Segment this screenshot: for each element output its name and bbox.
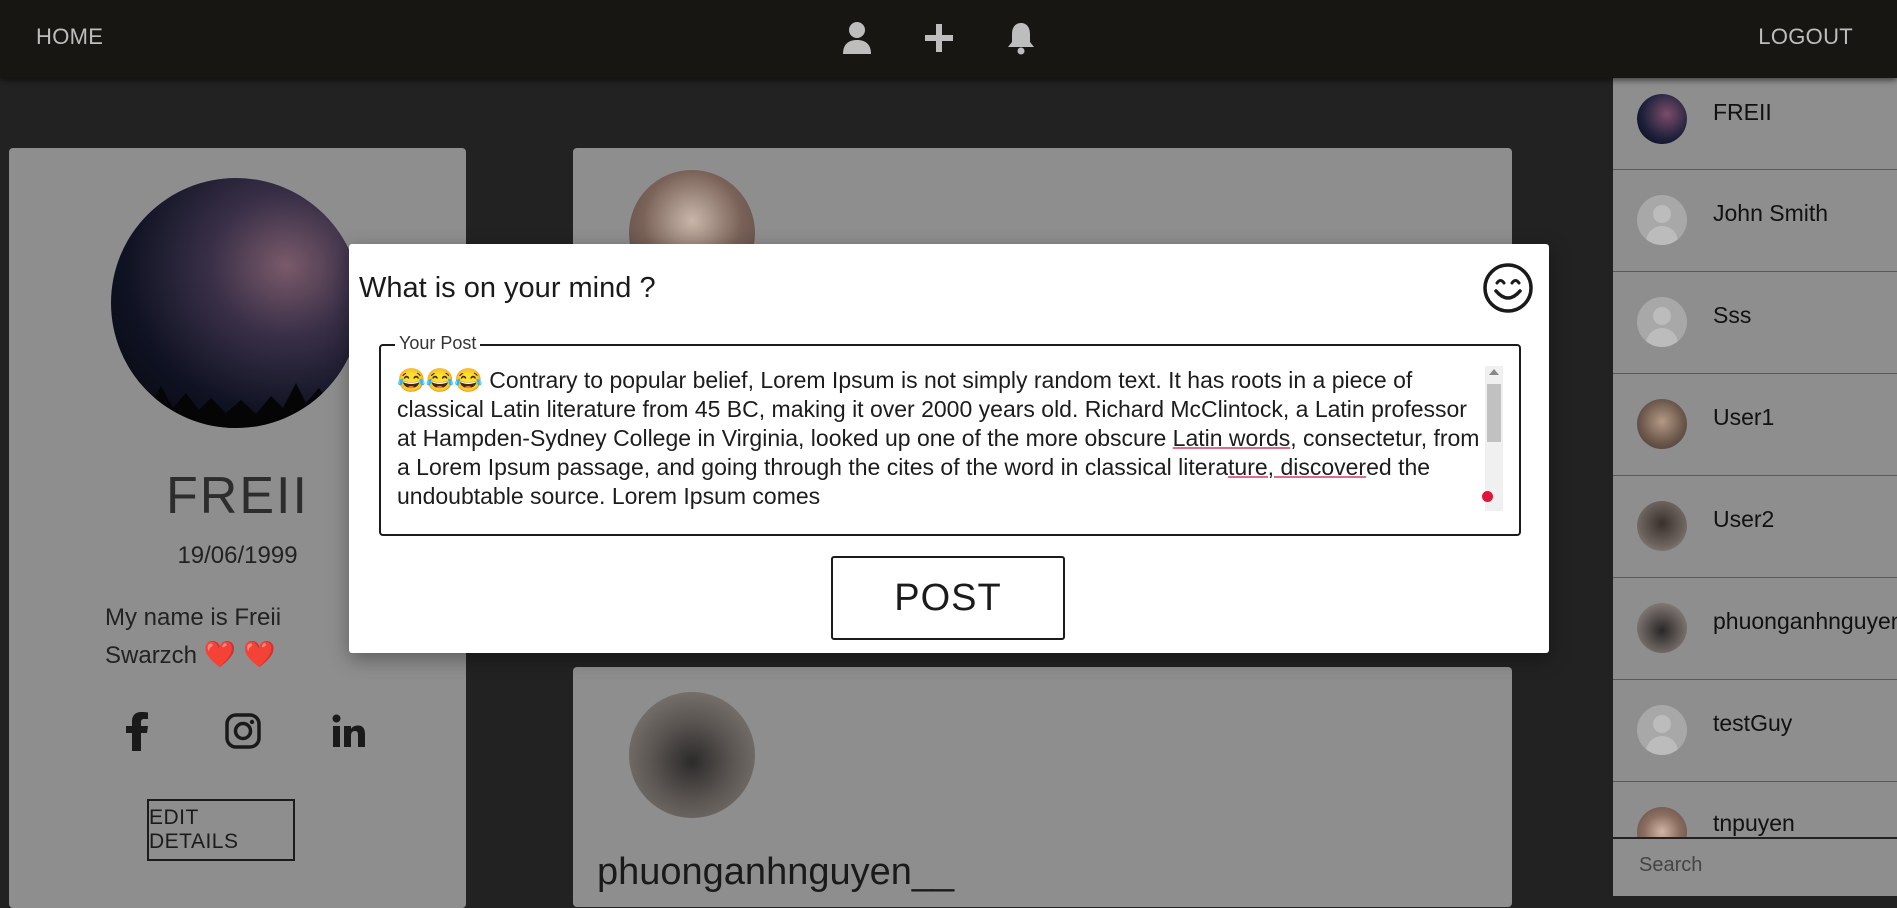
post-author-avatar[interactable] [629,692,755,818]
navbar-icons [840,20,1038,56]
textarea-scrollbar[interactable] [1485,366,1503,511]
user-name: testGuy [1713,710,1793,736]
user-list-item[interactable]: FREII [1613,78,1897,170]
instagram-icon[interactable] [220,708,266,754]
linkedin-icon[interactable] [326,708,372,754]
user-name: tnpuyen [1713,810,1795,836]
user-name: phuonganhnguyen__ [1713,608,1897,634]
user-search-input[interactable] [1637,853,1881,878]
user-list-item[interactable]: User2 [1613,476,1897,578]
grammar-indicator-icon[interactable] [1482,491,1493,502]
profile-avatar [111,178,361,428]
plus-icon[interactable] [922,20,956,56]
user-avatar [1637,603,1687,653]
post-emojis: 😂😂😂 [397,367,483,393]
user-name: John Smith [1713,200,1829,226]
create-post-modal: What is on your mind ? Your Post 😂😂😂 Con… [349,244,1549,653]
user-list-item[interactable]: testGuy [1613,680,1897,782]
bio-name: Swarzch [105,642,198,669]
user-list-item[interactable]: phuonganhnguyen__ [1613,578,1897,680]
user-icon[interactable] [840,20,874,56]
post-author-name[interactable]: phuonganhnguyen__ [597,851,954,894]
bio-line: Swarzch ❤️ ❤️ [105,636,345,674]
smiley-emoji-icon[interactable] [1482,262,1534,314]
edit-details-button[interactable]: EDIT DETAILS [147,799,295,861]
post-button[interactable]: POST [831,556,1065,640]
user-name: User2 [1713,506,1775,532]
user-name: FREII [1713,99,1772,125]
user-avatar [1637,94,1687,144]
logout-link[interactable]: LOGOUT [1758,24,1853,50]
scroll-up-arrow-icon[interactable] [1489,369,1499,375]
default-avatar-icon [1637,705,1687,755]
user-list-item[interactable]: User1 [1613,374,1897,476]
default-avatar-icon [1637,297,1687,347]
post-field-label: Your Post [395,333,481,354]
user-search [1613,837,1897,896]
spellcheck-underline: ture, discover [1228,454,1367,480]
default-avatar-icon [1637,195,1687,245]
scrollbar-thumb[interactable] [1487,384,1501,442]
user-name: User1 [1713,404,1775,430]
modal-title: What is on your mind ? [359,272,656,304]
facebook-icon[interactable] [114,708,160,754]
user-list-sidebar: FREII John Smith Sss User1 User2 phuonga… [1613,78,1897,896]
top-navbar: HOME LOGOUT [0,0,1897,78]
user-avatar [1637,399,1687,449]
heart-emojis: ❤️ ❤️ [203,639,276,669]
feed-post-card: phuonganhnguyen__ [573,667,1512,907]
user-list-item[interactable]: Sss [1613,272,1897,374]
profile-bio: My name is Freii Swarzch ❤️ ❤️ [105,600,345,674]
home-link[interactable]: HOME [36,24,103,50]
user-avatar [1637,501,1687,551]
social-links [114,708,372,754]
spellcheck-underline: Latin words [1172,425,1291,451]
bio-line: My name is Freii [105,604,282,631]
bell-icon[interactable] [1004,20,1038,56]
user-list-item[interactable]: John Smith [1613,170,1897,272]
post-text-content[interactable]: 😂😂😂 Contrary to popular belief, Lorem Ip… [397,366,1482,511]
user-name: Sss [1713,302,1752,328]
post-textarea[interactable]: Your Post 😂😂😂 Contrary to popular belief… [379,333,1521,536]
